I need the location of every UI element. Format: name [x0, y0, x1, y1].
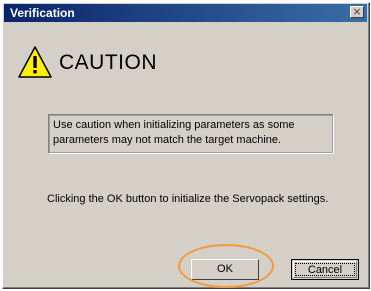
verification-dialog: Verification × CAUTION Use caution when … — [2, 2, 370, 289]
cancel-button[interactable]: Cancel — [291, 259, 359, 280]
dialog-title: Verification — [10, 6, 75, 20]
close-icon: × — [352, 5, 362, 18]
initialize-info-text: Clicking the OK button to initialize the… — [47, 193, 329, 205]
caution-message-box: Use caution when initializing parameters… — [48, 114, 334, 154]
caution-message: Use caution when initializing parameters… — [53, 119, 295, 146]
caution-heading: CAUTION — [59, 51, 157, 74]
close-button[interactable]: × — [350, 6, 364, 18]
ok-button[interactable]: OK — [191, 259, 259, 280]
focus-indicator — [295, 263, 355, 276]
title-bar[interactable]: Verification × — [4, 4, 367, 22]
warning-triangle-icon — [18, 46, 52, 78]
ok-button-label: OK — [217, 263, 233, 275]
